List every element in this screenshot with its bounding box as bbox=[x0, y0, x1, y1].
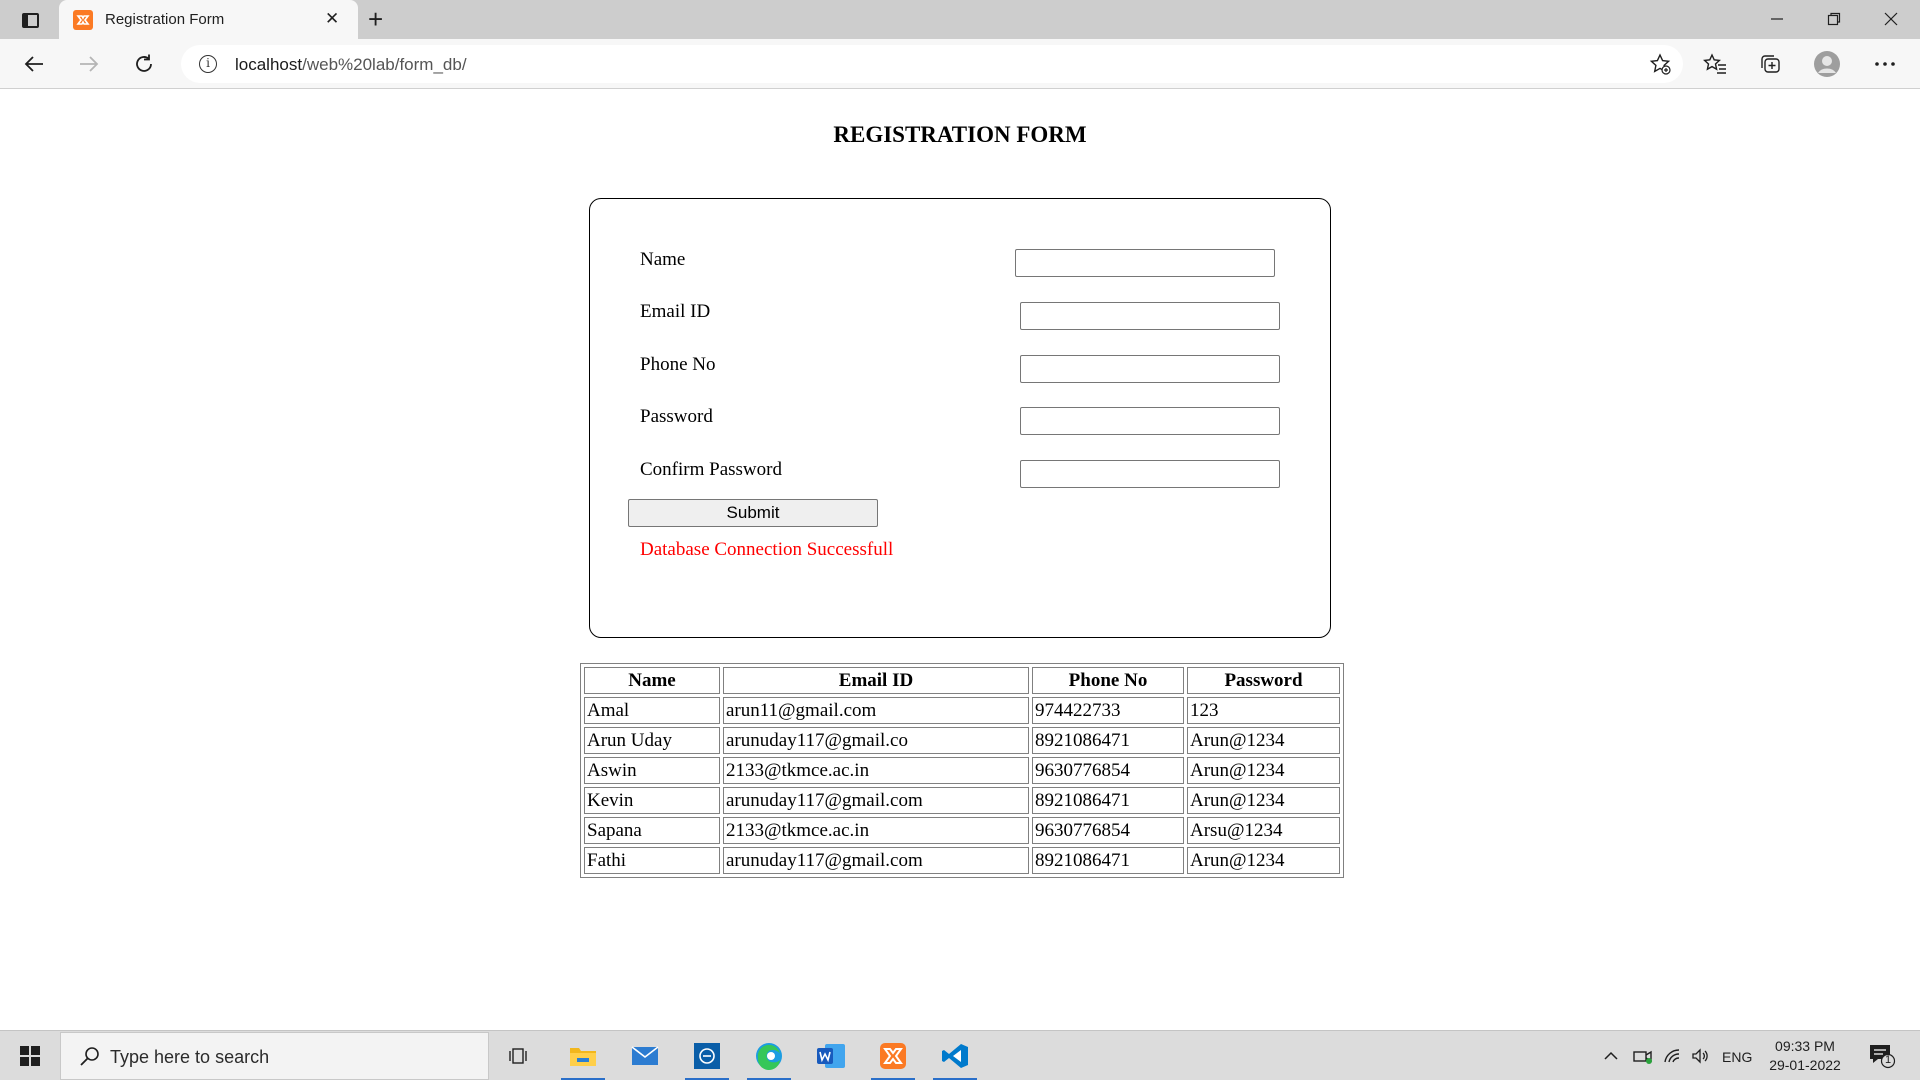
confirm-password-label: Confirm Password bbox=[640, 459, 782, 480]
table-row: Kevin arunuday117@gmail.com 8921086471 A… bbox=[584, 787, 1340, 814]
cell-phone: 8921086471 bbox=[1032, 847, 1184, 874]
cell-phone: 9630776854 bbox=[1032, 817, 1184, 844]
tab-title: Registration Form bbox=[105, 11, 225, 28]
search-placeholder: Type here to search bbox=[110, 1047, 270, 1067]
header-password: Password bbox=[1187, 667, 1340, 694]
clock[interactable]: 09:33 PM 29-01-2022 bbox=[1762, 1037, 1848, 1075]
name-label: Name bbox=[640, 249, 686, 270]
xampp-favicon bbox=[73, 10, 93, 30]
forward-icon bbox=[74, 50, 104, 78]
dell-app-icon[interactable] bbox=[679, 1031, 735, 1080]
clock-date: 29-01-2022 bbox=[1769, 1057, 1841, 1073]
notification-icon[interactable]: 1 bbox=[1868, 1043, 1896, 1074]
windows-start-icon[interactable] bbox=[0, 1031, 60, 1080]
wifi-icon[interactable] bbox=[1662, 1046, 1684, 1066]
table-row: Amal arun11@gmail.com 974422733 123 bbox=[584, 697, 1340, 724]
search-icon bbox=[79, 1045, 101, 1072]
restore-icon[interactable] bbox=[1819, 8, 1849, 30]
cell-phone: 8921086471 bbox=[1032, 787, 1184, 814]
file-explorer-icon[interactable] bbox=[555, 1031, 611, 1080]
table-row: Fathi arunuday117@gmail.com 8921086471 A… bbox=[584, 847, 1340, 874]
name-input[interactable] bbox=[1015, 249, 1275, 277]
status-message: Database Connection Successfull bbox=[640, 539, 894, 560]
tab-close-icon[interactable]: ✕ bbox=[325, 9, 339, 29]
info-icon[interactable]: i bbox=[199, 55, 217, 73]
browser-toolbar: i localhost/web%20lab/form_db/ bbox=[0, 39, 1920, 89]
records-table: Name Email ID Phone No Password Amal aru… bbox=[580, 663, 1344, 878]
table-row: Arun Uday arunuday117@gmail.co 892108647… bbox=[584, 727, 1340, 754]
header-phone: Phone No bbox=[1032, 667, 1184, 694]
table-header-row: Name Email ID Phone No Password bbox=[584, 667, 1340, 694]
header-name: Name bbox=[584, 667, 720, 694]
collections-icon[interactable] bbox=[1756, 50, 1786, 78]
cell-email: arunuday117@gmail.com bbox=[723, 847, 1029, 874]
browser-tab[interactable]: Registration Form ✕ bbox=[59, 0, 358, 39]
cell-name: Aswin bbox=[584, 757, 720, 784]
edge-icon[interactable] bbox=[741, 1031, 797, 1080]
phone-label: Phone No bbox=[640, 354, 716, 375]
cell-name: Fathi bbox=[584, 847, 720, 874]
cell-email: 2133@tkmce.ac.in bbox=[723, 817, 1029, 844]
password-label: Password bbox=[640, 406, 713, 427]
taskbar-search[interactable]: Type here to search bbox=[60, 1032, 489, 1080]
cell-name: Kevin bbox=[584, 787, 720, 814]
address-bar[interactable]: i localhost/web%20lab/form_db/ bbox=[181, 45, 1683, 83]
xampp-icon[interactable] bbox=[865, 1031, 921, 1080]
cell-password: 123 bbox=[1187, 697, 1340, 724]
email-label: Email ID bbox=[640, 301, 711, 322]
vscode-icon[interactable] bbox=[927, 1031, 983, 1080]
cell-email: arun11@gmail.com bbox=[723, 697, 1029, 724]
page-title: REGISTRATION FORM bbox=[833, 122, 1087, 147]
refresh-icon[interactable] bbox=[129, 50, 159, 78]
cell-password: Arun@1234 bbox=[1187, 757, 1340, 784]
header-email: Email ID bbox=[723, 667, 1029, 694]
phone-input[interactable] bbox=[1020, 355, 1280, 383]
confirm-password-input[interactable] bbox=[1020, 460, 1280, 488]
notification-count: 1 bbox=[1884, 1054, 1892, 1066]
language-indicator[interactable]: ENG bbox=[1722, 1047, 1752, 1067]
cell-phone: 8921086471 bbox=[1032, 727, 1184, 754]
meet-now-icon[interactable] bbox=[1632, 1046, 1654, 1066]
back-icon[interactable] bbox=[19, 50, 49, 78]
cell-password: Arun@1234 bbox=[1187, 727, 1340, 754]
email-input[interactable] bbox=[1020, 302, 1280, 330]
cell-phone: 974422733 bbox=[1032, 697, 1184, 724]
table-row: Aswin 2133@tkmce.ac.in 9630776854 Arun@1… bbox=[584, 757, 1340, 784]
close-icon[interactable] bbox=[1876, 8, 1906, 30]
browser-tab-strip: Registration Form ✕ + bbox=[0, 0, 1920, 39]
add-favorite-icon[interactable] bbox=[1649, 53, 1671, 80]
new-tab-button[interactable]: + bbox=[368, 4, 383, 34]
password-input[interactable] bbox=[1020, 407, 1280, 435]
cell-email: arunuday117@gmail.com bbox=[723, 787, 1029, 814]
chevron-up-icon[interactable] bbox=[1601, 1046, 1621, 1066]
cell-password: Arun@1234 bbox=[1187, 787, 1340, 814]
more-icon[interactable] bbox=[1870, 50, 1900, 78]
cell-password: Arun@1234 bbox=[1187, 847, 1340, 874]
cell-name: Amal bbox=[584, 697, 720, 724]
url-text: localhost/web%20lab/form_db/ bbox=[235, 55, 467, 74]
taskbar: Type here to search ENG 09:33 PM 29-01-2… bbox=[0, 1030, 1920, 1080]
mail-icon[interactable] bbox=[617, 1031, 673, 1080]
volume-icon[interactable] bbox=[1690, 1046, 1712, 1066]
registration-form: Name Email ID Phone No Password Confirm … bbox=[589, 198, 1331, 638]
cell-name: Arun Uday bbox=[584, 727, 720, 754]
table-row: Sapana 2133@tkmce.ac.in 9630776854 Arsu@… bbox=[584, 817, 1340, 844]
cell-name: Sapana bbox=[584, 817, 720, 844]
cell-phone: 9630776854 bbox=[1032, 757, 1184, 784]
favorites-icon[interactable] bbox=[1700, 50, 1730, 78]
task-view-icon[interactable] bbox=[491, 1031, 547, 1080]
word-icon[interactable] bbox=[803, 1031, 859, 1080]
cell-email: arunuday117@gmail.co bbox=[723, 727, 1029, 754]
profile-icon[interactable] bbox=[1812, 50, 1842, 78]
submit-button[interactable]: Submit bbox=[628, 499, 878, 527]
tab-actions-icon[interactable] bbox=[14, 8, 46, 32]
clock-time: 09:33 PM bbox=[1775, 1038, 1835, 1054]
cell-email: 2133@tkmce.ac.in bbox=[723, 757, 1029, 784]
minimize-icon[interactable] bbox=[1762, 8, 1792, 30]
cell-password: Arsu@1234 bbox=[1187, 817, 1340, 844]
